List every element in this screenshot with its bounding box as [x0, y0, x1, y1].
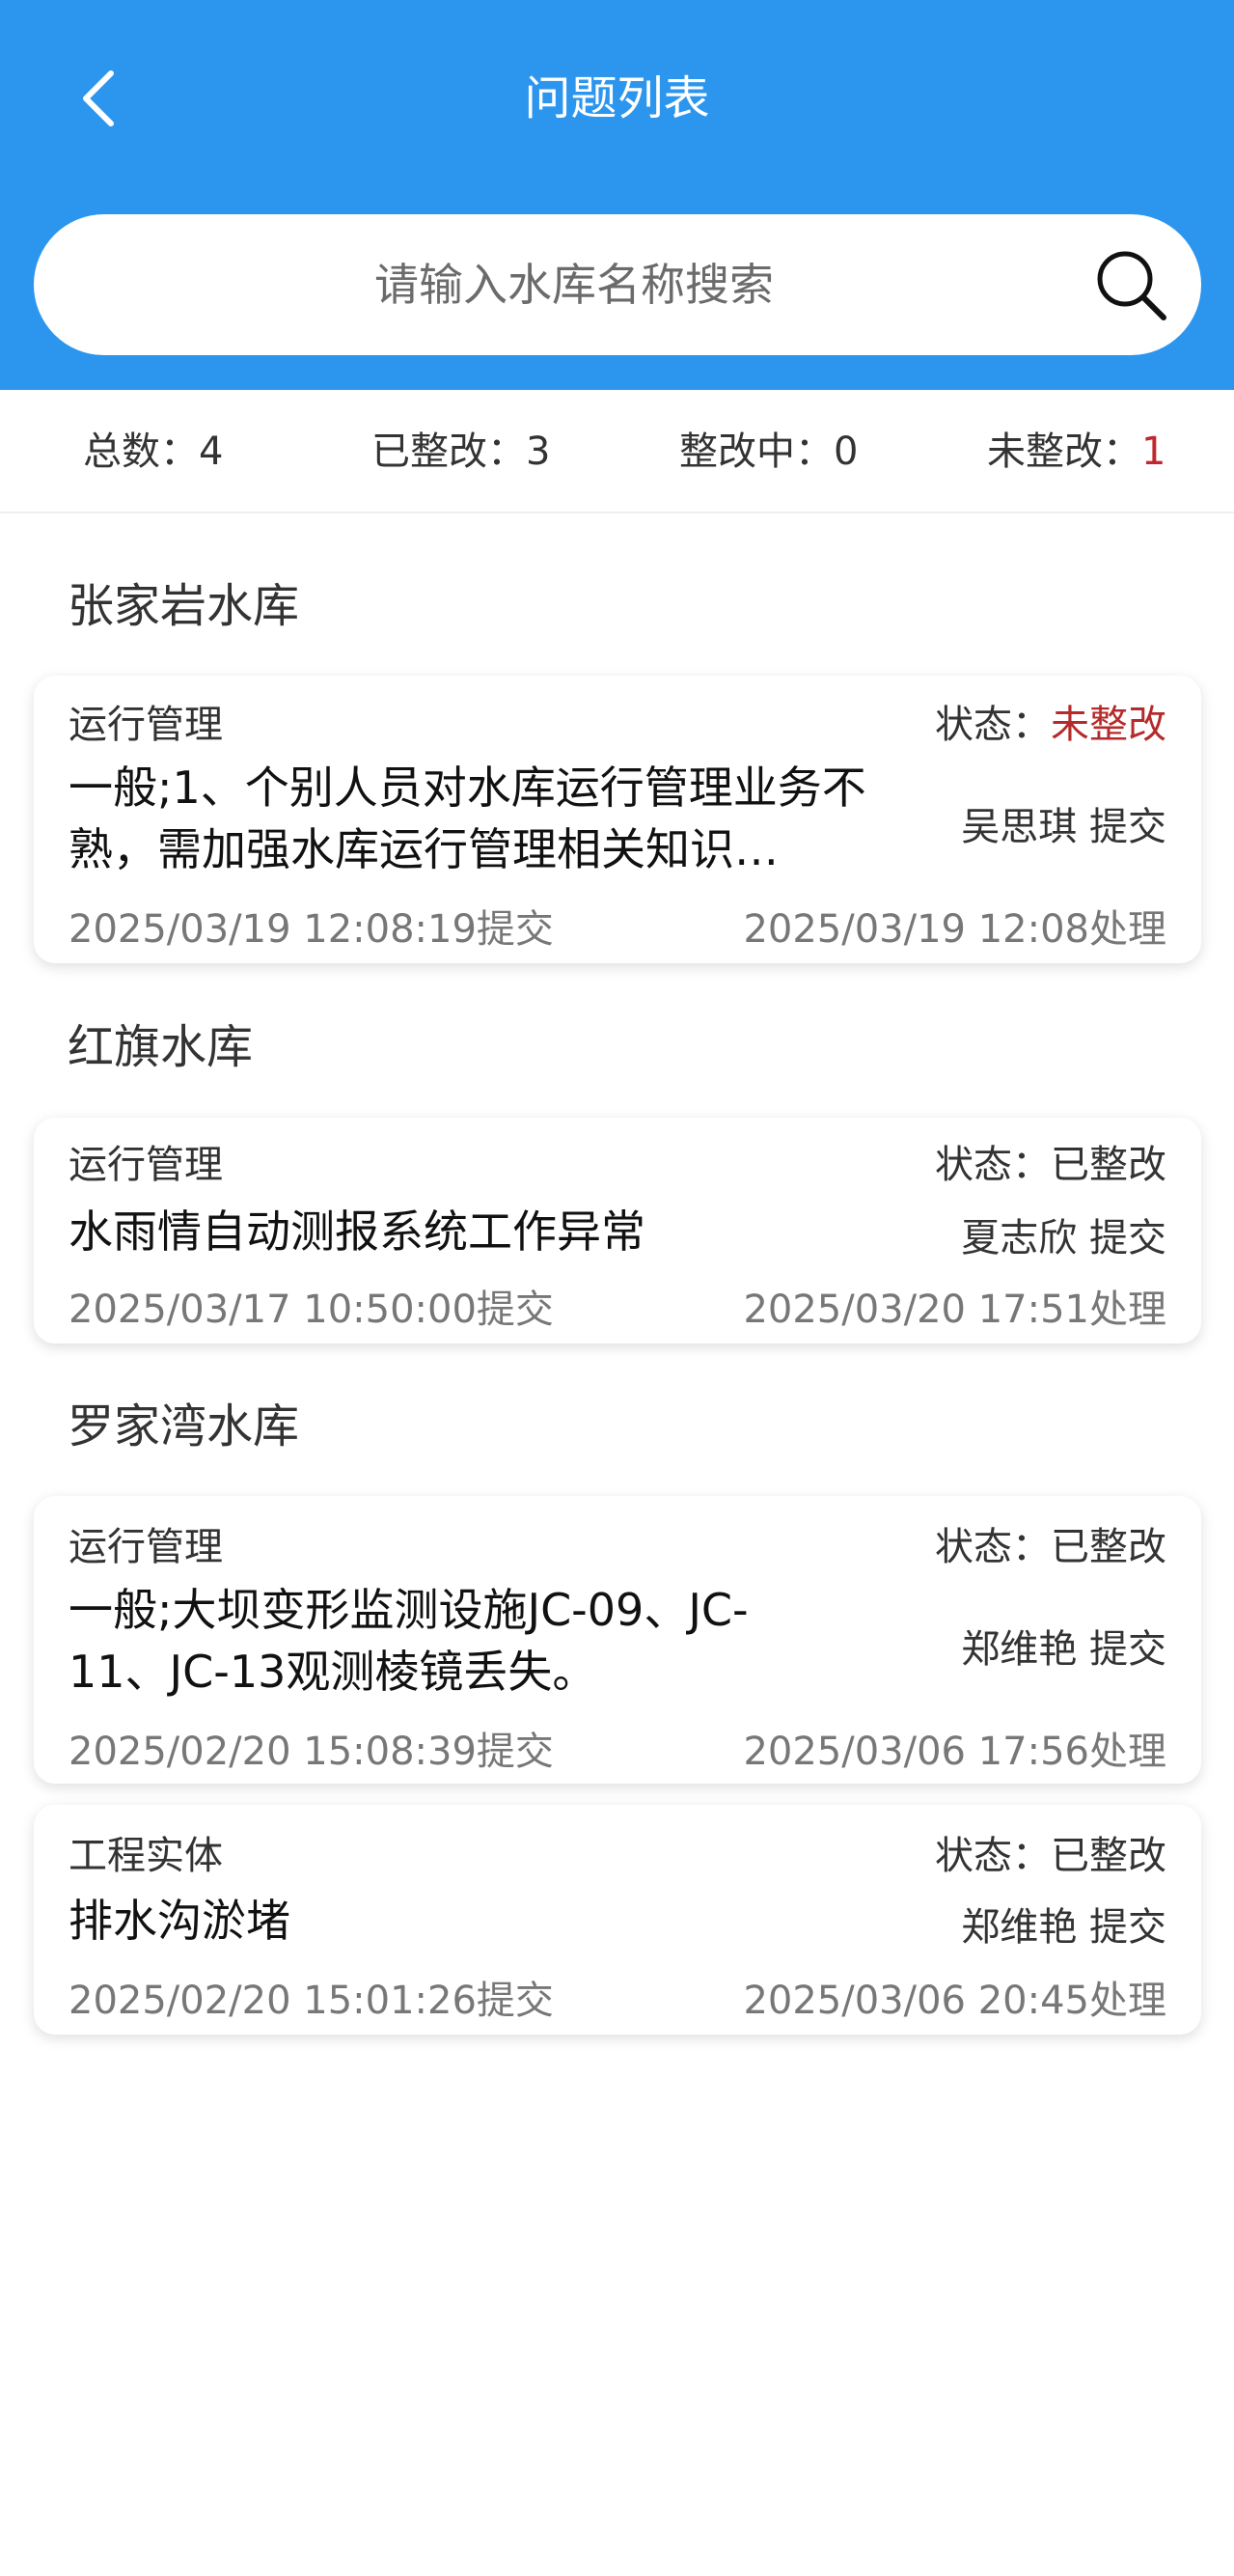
status-value: 已整改	[1051, 1834, 1166, 1878]
issue-status: 状态：已整改	[935, 1824, 1166, 1880]
status-value: 未整改	[1051, 703, 1166, 747]
issue-submitted-time: 2025/02/20 15:01:26提交	[69, 1979, 554, 2023]
status-value: 已整改	[1051, 1143, 1166, 1187]
issue-status: 状态：已整改	[935, 1133, 1166, 1189]
issue-status: 状态：未整改	[935, 693, 1166, 749]
issue-processed-time: 2025/03/19 12:08处理	[743, 907, 1166, 952]
issue-category: 运行管理	[69, 1143, 223, 1187]
group-title-zhangjiayan: 张家岩水库	[68, 579, 300, 633]
status-label: 状态：	[935, 1143, 1051, 1187]
issue-processed-time: 2025/03/06 20:45处理	[743, 1979, 1166, 2023]
issue-description: 水雨情自动测报系统工作异常	[69, 1205, 645, 1258]
search-input[interactable]	[92, 214, 1056, 355]
stats-bar: 总数：4 已整改：3 整改中：0 未整改：1	[0, 390, 1234, 513]
issue-description: 一般;1、个别人员对水库运行管理业务不熟，需加强水库运行管理相关知识…	[69, 762, 866, 875]
issue-card[interactable]: 工程实体 状态：已整改 排水沟淤堵 郑维艳 提交 2025/02/20 15:0…	[34, 1805, 1201, 2035]
status-label: 状态：	[935, 1834, 1051, 1878]
issue-card[interactable]: 运行管理 状态：已整改 一般;大坝变形监测设施JC-09、JC-11、JC-13…	[34, 1496, 1201, 1784]
stat-fixed: 已整改：3	[371, 390, 550, 513]
issue-description: 一般;大坝变形监测设施JC-09、JC-11、JC-13观测棱镜丢失。	[69, 1584, 749, 1698]
issue-category: 运行管理	[69, 1525, 223, 1569]
page-title: 问题列表	[524, 71, 710, 125]
issue-status: 状态：已整改	[935, 1515, 1166, 1571]
stat-fixed-label: 已整改：	[371, 429, 526, 474]
issue-submitted-time: 2025/03/17 10:50:00提交	[69, 1288, 554, 1332]
status-value: 已整改	[1051, 1525, 1166, 1569]
group-title-luojiawan: 罗家湾水库	[68, 1399, 300, 1454]
issue-submitter: 郑维艳 提交	[961, 1905, 1166, 1950]
search-icon	[1097, 251, 1166, 320]
issue-card[interactable]: 运行管理 状态：已整改 水雨情自动测报系统工作异常 夏志欣 提交 2025/03…	[34, 1118, 1201, 1343]
search-bar	[34, 214, 1201, 355]
issue-category: 运行管理	[69, 703, 223, 747]
issue-description: 排水沟淤堵	[69, 1895, 290, 1947]
issue-card[interactable]: 运行管理 状态：未整改 一般;1、个别人员对水库运行管理业务不熟，需加强水库运行…	[34, 676, 1201, 963]
issue-submitter: 郑维艳 提交	[961, 1627, 1166, 1672]
search-button[interactable]	[1087, 241, 1174, 328]
stat-total: 总数：4	[83, 390, 223, 513]
stat-unfixed-value: 1	[1141, 429, 1166, 474]
stat-unfixed: 未整改：1	[987, 390, 1165, 513]
issue-processed-time: 2025/03/20 17:51处理	[743, 1288, 1166, 1332]
app-header: 问题列表	[0, 0, 1234, 390]
issue-processed-time: 2025/03/06 17:56处理	[743, 1730, 1166, 1774]
issue-category: 工程实体	[69, 1834, 223, 1878]
stat-fixed-value: 3	[526, 429, 551, 474]
issue-submitted-time: 2025/02/20 15:08:39提交	[69, 1730, 554, 1774]
stat-total-label: 总数：	[83, 429, 199, 474]
issue-submitter: 夏志欣 提交	[961, 1216, 1166, 1260]
stat-total-value: 4	[199, 429, 224, 474]
stat-unfixed-label: 未整改：	[987, 429, 1141, 474]
stat-fixing-label: 整改中：	[679, 429, 834, 474]
stat-fixing: 整改中：0	[679, 390, 858, 513]
status-label: 状态：	[935, 703, 1051, 747]
issue-submitter: 吴思琪 提交	[961, 805, 1166, 849]
issue-submitted-time: 2025/03/19 12:08:19提交	[69, 907, 554, 952]
stat-fixing-value: 0	[834, 429, 859, 474]
group-title-hongqi: 红旗水库	[68, 1020, 254, 1074]
status-label: 状态：	[935, 1525, 1051, 1569]
